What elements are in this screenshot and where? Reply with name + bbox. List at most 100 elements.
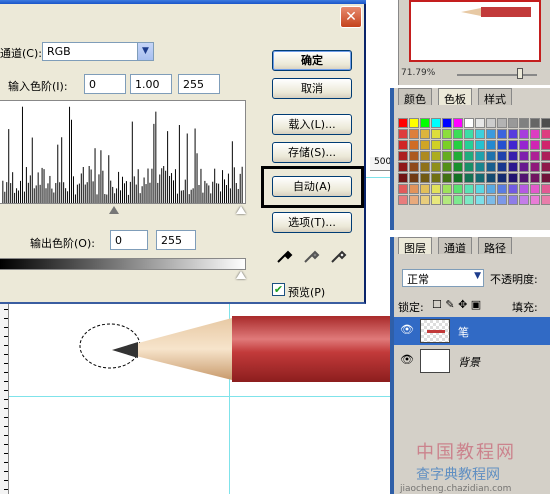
input-white-field[interactable] (178, 74, 220, 94)
swatch[interactable] (541, 129, 550, 139)
swatch[interactable] (409, 151, 419, 161)
input-black-field[interactable] (84, 74, 126, 94)
output-black-field[interactable] (110, 230, 148, 250)
swatch[interactable] (453, 173, 463, 183)
swatch[interactable] (497, 151, 507, 161)
output-white-field[interactable] (156, 230, 196, 250)
swatch[interactable] (508, 162, 518, 172)
swatch[interactable] (497, 140, 507, 150)
swatch[interactable] (530, 151, 540, 161)
swatch[interactable] (409, 173, 419, 183)
swatch[interactable] (398, 195, 408, 205)
swatch[interactable] (409, 129, 419, 139)
swatch[interactable] (409, 184, 419, 194)
swatch[interactable] (541, 151, 550, 161)
swatch[interactable] (453, 140, 463, 150)
swatch[interactable] (497, 118, 507, 128)
swatch[interactable] (486, 151, 496, 161)
swatch[interactable] (464, 162, 474, 172)
input-gamma-slider[interactable] (109, 206, 119, 214)
swatch[interactable] (486, 129, 496, 139)
swatch[interactable] (508, 173, 518, 183)
swatch[interactable] (519, 195, 529, 205)
swatch[interactable] (508, 118, 518, 128)
swatch[interactable] (442, 173, 452, 183)
navigator-thumbnail[interactable] (409, 0, 541, 62)
swatch[interactable] (530, 184, 540, 194)
options-button[interactable]: 选项(T)... (272, 212, 352, 233)
swatch[interactable] (464, 140, 474, 150)
close-button[interactable]: ✕ (340, 6, 362, 28)
swatch[interactable] (453, 129, 463, 139)
tab-layers[interactable]: 图层 (398, 237, 432, 255)
swatch[interactable] (497, 184, 507, 194)
swatch[interactable] (475, 195, 485, 205)
eye-icon[interactable]: 👁 (400, 324, 414, 336)
swatch[interactable] (530, 162, 540, 172)
swatch[interactable] (475, 173, 485, 183)
swatch[interactable] (420, 184, 430, 194)
black-eyedropper-icon[interactable] (276, 246, 294, 264)
swatch[interactable] (420, 140, 430, 150)
swatch[interactable] (442, 151, 452, 161)
layer-row[interactable]: 👁 背景 (394, 347, 550, 375)
auto-button[interactable]: 自动(A) (272, 176, 352, 197)
zoom-slider-thumb[interactable] (517, 68, 523, 79)
swatch[interactable] (464, 184, 474, 194)
swatch[interactable] (420, 129, 430, 139)
swatch[interactable] (530, 140, 540, 150)
tab-color[interactable]: 颜色 (398, 88, 432, 106)
swatch[interactable] (519, 173, 529, 183)
swatch[interactable] (530, 195, 540, 205)
swatch[interactable] (420, 162, 430, 172)
swatch[interactable] (442, 140, 452, 150)
swatch[interactable] (519, 118, 529, 128)
swatch[interactable] (508, 151, 518, 161)
swatch[interactable] (442, 129, 452, 139)
swatch[interactable] (519, 140, 529, 150)
lock-icons[interactable]: ☐ ✎ ✥ ▣ (432, 298, 481, 311)
swatch[interactable] (519, 151, 529, 161)
output-white-slider[interactable] (236, 271, 246, 279)
swatch[interactable] (420, 151, 430, 161)
swatch[interactable] (530, 173, 540, 183)
swatch[interactable] (442, 162, 452, 172)
tab-channels[interactable]: 通道 (438, 237, 472, 255)
preview-checkbox[interactable]: ✔ (272, 283, 285, 296)
swatch[interactable] (409, 140, 419, 150)
swatch[interactable] (431, 129, 441, 139)
swatch[interactable] (420, 118, 430, 128)
ok-button[interactable]: 确定 (272, 50, 352, 71)
swatch[interactable] (541, 173, 550, 183)
swatch[interactable] (486, 162, 496, 172)
swatch[interactable] (508, 129, 518, 139)
swatch[interactable] (530, 118, 540, 128)
swatch[interactable] (398, 140, 408, 150)
swatch[interactable] (475, 118, 485, 128)
swatch[interactable] (508, 184, 518, 194)
swatch[interactable] (541, 195, 550, 205)
zoom-slider-track[interactable] (457, 74, 537, 76)
swatch[interactable] (442, 118, 452, 128)
swatch[interactable] (486, 140, 496, 150)
swatch[interactable] (519, 162, 529, 172)
swatch[interactable] (541, 118, 550, 128)
swatch[interactable] (431, 184, 441, 194)
swatch[interactable] (453, 195, 463, 205)
swatch[interactable] (442, 195, 452, 205)
swatch[interactable] (453, 151, 463, 161)
swatch[interactable] (431, 195, 441, 205)
swatch[interactable] (442, 184, 452, 194)
swatch[interactable] (398, 151, 408, 161)
swatch-grid[interactable] (398, 118, 550, 208)
swatch[interactable] (464, 118, 474, 128)
save-button[interactable]: 存储(S)... (272, 142, 352, 163)
swatch[interactable] (453, 118, 463, 128)
swatch[interactable] (519, 184, 529, 194)
swatch[interactable] (497, 195, 507, 205)
swatch[interactable] (464, 151, 474, 161)
swatch[interactable] (431, 162, 441, 172)
swatch[interactable] (409, 195, 419, 205)
swatch[interactable] (431, 173, 441, 183)
swatch[interactable] (475, 162, 485, 172)
